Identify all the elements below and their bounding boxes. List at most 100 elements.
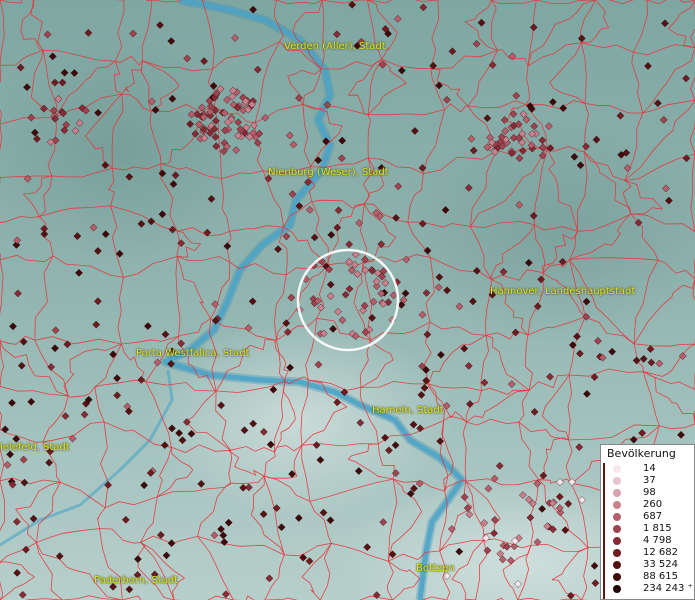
boundary-line <box>160 148 182 165</box>
population-marker <box>529 211 538 220</box>
boundary-line <box>428 383 482 391</box>
population-marker <box>526 513 535 522</box>
boundary-line <box>273 0 284 42</box>
population-marker <box>239 483 248 492</box>
boundary-line <box>538 478 572 484</box>
population-marker <box>484 484 493 493</box>
boundary-line <box>34 255 54 341</box>
boundary-line <box>388 560 420 579</box>
population-marker <box>94 247 102 255</box>
boundary-line <box>100 421 109 508</box>
boundary-line <box>85 135 113 169</box>
boundary-line <box>595 0 647 5</box>
population-marker <box>305 205 314 214</box>
population-marker <box>248 297 257 306</box>
population-marker <box>465 510 474 519</box>
population-marker <box>353 270 362 278</box>
population-marker <box>381 433 389 442</box>
boundary-line <box>367 0 438 4</box>
population-marker <box>659 115 668 124</box>
legend-label: 37 <box>643 475 656 486</box>
population-marker <box>546 372 554 381</box>
population-marker <box>564 499 573 508</box>
boundary-line <box>363 184 385 205</box>
city-label-hameln: Hameln, Stadt <box>372 405 444 416</box>
boundary-line <box>624 180 663 210</box>
boundary-line <box>467 100 527 109</box>
boundary-line <box>319 543 332 600</box>
population-marker <box>125 585 134 594</box>
city-label-verden: Verden (Aller), Stadt <box>284 41 386 52</box>
boundary-line <box>633 260 659 344</box>
boundary-line <box>51 167 113 178</box>
population-marker <box>511 328 520 337</box>
population-marker <box>575 443 584 451</box>
boundary-line <box>94 379 146 388</box>
population-marker <box>473 266 481 275</box>
boundary-line <box>96 507 106 529</box>
population-marker <box>443 95 451 104</box>
boundary-line <box>87 60 116 80</box>
city-label-paderborn: Paderborn, Stadt <box>94 575 179 586</box>
population-marker <box>168 424 176 433</box>
boundary-line <box>422 109 446 174</box>
population-marker <box>419 3 428 12</box>
legend-swatch <box>613 549 621 557</box>
population-marker <box>653 99 662 108</box>
boundary-line <box>23 193 40 217</box>
boundary-line <box>533 149 548 225</box>
population-marker <box>590 561 599 570</box>
population-marker <box>379 518 388 527</box>
boundary-line <box>301 406 348 446</box>
boundary-line <box>156 447 172 497</box>
population-marker <box>423 246 432 255</box>
population-marker <box>156 531 165 539</box>
population-marker <box>286 363 294 372</box>
population-marker <box>274 245 282 254</box>
boundary-line <box>668 0 695 30</box>
population-marker <box>129 29 138 38</box>
boundary-line <box>530 543 589 553</box>
legend-label: 260 <box>643 499 663 510</box>
boundary-line <box>367 0 398 33</box>
population-marker <box>162 551 171 560</box>
boundary-line <box>140 60 152 112</box>
population-marker <box>490 529 498 538</box>
legend-label: 687 <box>643 511 663 522</box>
boundary-line <box>490 0 498 51</box>
population-marker <box>277 523 286 532</box>
boundary-line <box>197 292 211 319</box>
population-marker <box>329 324 337 333</box>
legend-swatch <box>613 513 621 521</box>
population-marker <box>45 458 54 467</box>
population-marker <box>337 154 346 163</box>
boundary-line <box>364 203 408 223</box>
boundary-line <box>263 451 276 477</box>
boundary-line <box>570 459 602 484</box>
boundary-line <box>501 224 535 255</box>
boundary-line <box>584 103 643 114</box>
boundary-line <box>123 0 153 2</box>
map-canvas[interactable]: Verden (Aller), Stadt Nienburg (Weser), … <box>0 0 695 600</box>
population-marker <box>573 332 581 341</box>
population-marker <box>538 136 547 145</box>
boundary-line <box>52 255 124 278</box>
boundary-line <box>491 269 544 281</box>
boundary-line <box>570 483 589 548</box>
population-marker <box>51 344 59 353</box>
population-marker <box>197 480 206 488</box>
population-marker <box>401 289 410 298</box>
legend-label: 88 615 <box>643 571 678 582</box>
population-marker <box>662 184 670 193</box>
population-marker <box>678 352 687 360</box>
legend-label: 12 682 <box>643 547 678 558</box>
population-marker <box>583 390 591 398</box>
boundary-line <box>240 468 265 477</box>
boundary-line <box>631 52 644 114</box>
boundary-line <box>110 205 178 232</box>
population-marker <box>582 142 590 151</box>
population-marker <box>639 355 648 363</box>
boundary-line <box>581 42 587 104</box>
boundary-line <box>38 216 54 256</box>
legend-swatch <box>613 465 621 473</box>
